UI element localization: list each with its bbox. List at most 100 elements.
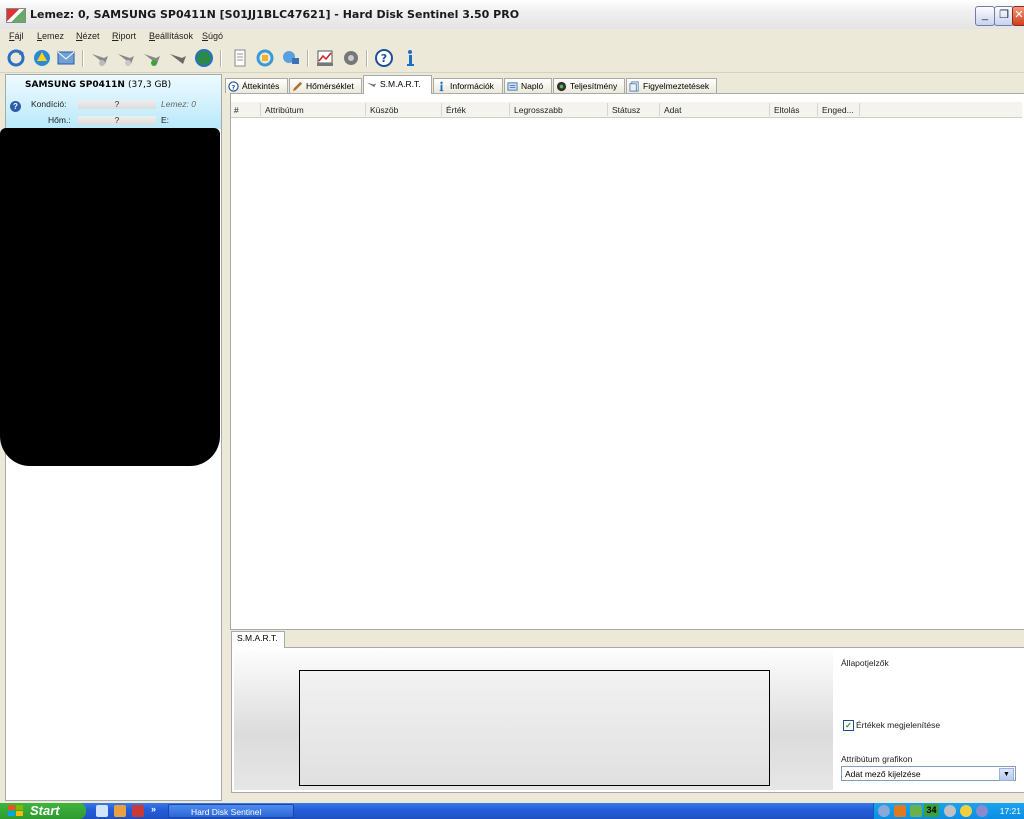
column-header-attribute[interactable]: Attribútum bbox=[265, 105, 304, 115]
document-icon[interactable] bbox=[230, 48, 250, 68]
tray-update-icon[interactable] bbox=[976, 805, 988, 817]
chevron-down-icon[interactable]: ▼ bbox=[999, 768, 1014, 781]
tab-label: Napló bbox=[521, 81, 544, 91]
tab-smart-chart[interactable]: S.M.A.R.T. bbox=[231, 631, 285, 648]
network-icon[interactable] bbox=[281, 48, 301, 68]
info-icon[interactable] bbox=[400, 48, 420, 68]
column-header-index[interactable]: # bbox=[234, 105, 239, 115]
minimize-button[interactable]: _ bbox=[975, 6, 995, 26]
disk-list-panel: SAMSUNG SP0411N (37,3 GB) ? Kondíció: ? … bbox=[0, 74, 222, 801]
status-indicators-label: Állapotjelzők bbox=[841, 658, 889, 668]
tray-temperature[interactable]: 34 bbox=[924, 804, 939, 817]
app-icon bbox=[6, 8, 26, 23]
sync-icon[interactable] bbox=[255, 48, 275, 68]
tray-speaker-icon[interactable] bbox=[944, 805, 956, 817]
tab-warnings[interactable]: Figyelmeztetések bbox=[626, 78, 717, 93]
tray-network-icon[interactable] bbox=[910, 805, 922, 817]
show-values-checkbox[interactable]: ✓ bbox=[843, 720, 854, 731]
tab-log[interactable]: Napló bbox=[504, 78, 552, 93]
toolbar-separator bbox=[307, 50, 309, 67]
email-icon[interactable] bbox=[56, 48, 76, 68]
tray-security-icon[interactable] bbox=[960, 805, 972, 817]
info-icon bbox=[439, 81, 444, 92]
redacted-area bbox=[0, 128, 220, 466]
condition-label: Kondíció: bbox=[31, 99, 67, 109]
column-separator bbox=[509, 103, 510, 116]
menu-bar: Fájl Lemez Nézet Riport Beállítások Súgó bbox=[0, 29, 1024, 44]
show-values-label[interactable]: Értékek megjelenítése bbox=[856, 720, 940, 730]
menu-help[interactable]: Súgó bbox=[202, 31, 223, 41]
menu-disk[interactable]: Lemez bbox=[37, 31, 64, 41]
folder-icon[interactable] bbox=[114, 805, 126, 817]
column-header-enabled[interactable]: Enged... bbox=[822, 105, 854, 115]
condition-value: ? bbox=[78, 100, 156, 109]
close-button[interactable]: ✕ bbox=[1012, 6, 1024, 26]
refresh-icon[interactable] bbox=[6, 48, 26, 68]
column-header-value[interactable]: Érték bbox=[446, 105, 466, 115]
column-header-threshold[interactable]: Küszöb bbox=[370, 105, 398, 115]
globe-icon[interactable] bbox=[194, 48, 214, 68]
menu-view[interactable]: Nézet bbox=[76, 31, 100, 41]
warning-icon bbox=[629, 81, 639, 92]
attribute-graph-label: Attribútum grafikon bbox=[841, 754, 913, 764]
toolbar-separator bbox=[82, 50, 84, 67]
toolbar: ? bbox=[0, 44, 1024, 73]
taskbar-item-hard-disk-sentinel[interactable]: Hard Disk Sentinel bbox=[168, 804, 294, 818]
disk-size: (37,3 GB) bbox=[128, 80, 172, 90]
column-separator bbox=[441, 103, 442, 116]
log-icon bbox=[507, 82, 518, 91]
column-separator bbox=[607, 103, 608, 116]
clock[interactable]: 17:21 bbox=[1000, 806, 1021, 816]
tab-information[interactable]: Információk bbox=[433, 78, 503, 93]
svg-text:?: ? bbox=[232, 83, 236, 91]
task-label: Hard Disk Sentinel bbox=[191, 807, 262, 817]
disk-erase-icon[interactable] bbox=[168, 48, 188, 68]
tab-label: Áttekintés bbox=[242, 81, 280, 91]
attribute-graph-select[interactable]: Adat mező kijelzése ▼ bbox=[841, 766, 1016, 781]
chart-icon[interactable] bbox=[315, 48, 335, 68]
alert-icon[interactable] bbox=[32, 48, 52, 68]
disk-surface-icon[interactable] bbox=[116, 48, 136, 68]
maximize-button[interactable]: ❐ bbox=[994, 6, 1014, 26]
menu-settings[interactable]: Beállítások bbox=[149, 31, 193, 41]
column-header-data[interactable]: Adat bbox=[664, 105, 682, 115]
tab-label: Információk bbox=[450, 81, 494, 91]
tab-overview[interactable]: ? Áttekintés bbox=[225, 78, 288, 93]
column-separator bbox=[859, 103, 860, 116]
help-icon[interactable]: ? bbox=[374, 48, 394, 68]
quicklaunch-expand-icon[interactable]: » bbox=[151, 804, 156, 814]
column-separator bbox=[260, 103, 261, 116]
tab-temperature[interactable]: Hőmérséklet bbox=[289, 78, 362, 93]
disk-icon bbox=[366, 82, 377, 88]
drive-letter: E: bbox=[161, 115, 170, 125]
sound-icon[interactable] bbox=[341, 48, 361, 68]
column-header-worst[interactable]: Legrosszabb bbox=[514, 105, 563, 115]
disk-name: SAMSUNG SP0411N (37,3 GB) bbox=[25, 80, 171, 90]
app-shortcut-icon[interactable] bbox=[132, 805, 144, 817]
disk-health-icon[interactable] bbox=[142, 48, 162, 68]
smart-bottom-panel: Állapotjelzők ✓ Értékek megjelenítése At… bbox=[231, 647, 1024, 793]
tab-smart[interactable]: S.M.A.R.T. bbox=[363, 75, 432, 94]
toolbar-separator bbox=[366, 50, 368, 67]
temperature-label: Hőm.: bbox=[48, 115, 71, 125]
ie-icon[interactable] bbox=[96, 805, 108, 817]
column-header-status[interactable]: Státusz bbox=[612, 105, 640, 115]
tray-arrow-icon[interactable] bbox=[878, 805, 890, 817]
attribute-graph-value: Adat mező kijelzése bbox=[845, 769, 921, 779]
disk-model: SAMSUNG SP0411N bbox=[25, 80, 125, 90]
unknown-status-icon: ? bbox=[10, 101, 21, 112]
menu-file[interactable]: Fájl bbox=[9, 31, 24, 41]
column-header-offset[interactable]: Eltolás bbox=[774, 105, 800, 115]
disk-entry[interactable]: SAMSUNG SP0411N (37,3 GB) ? Kondíció: ? … bbox=[6, 75, 221, 129]
menu-report[interactable]: Riport bbox=[112, 31, 136, 41]
smart-attribute-grid[interactable]: # Attribútum Küszöb Érték Legrosszabb St… bbox=[230, 93, 1024, 630]
tab-label: Hőmérséklet bbox=[306, 81, 354, 91]
tab-label: Figyelmeztetések bbox=[643, 81, 710, 91]
tray-app-icon[interactable] bbox=[894, 805, 906, 817]
attribute-chart bbox=[299, 670, 770, 786]
title-bar[interactable]: Lemez: 0, SAMSUNG SP0411N [S01JJ1BLC4762… bbox=[0, 0, 1024, 30]
disk-test-icon[interactable] bbox=[90, 48, 110, 68]
tab-performance[interactable]: Teljesítmény bbox=[553, 78, 625, 93]
windows-logo-icon bbox=[8, 805, 23, 816]
window-title: Lemez: 0, SAMSUNG SP0411N [S01JJ1BLC4762… bbox=[30, 8, 520, 21]
